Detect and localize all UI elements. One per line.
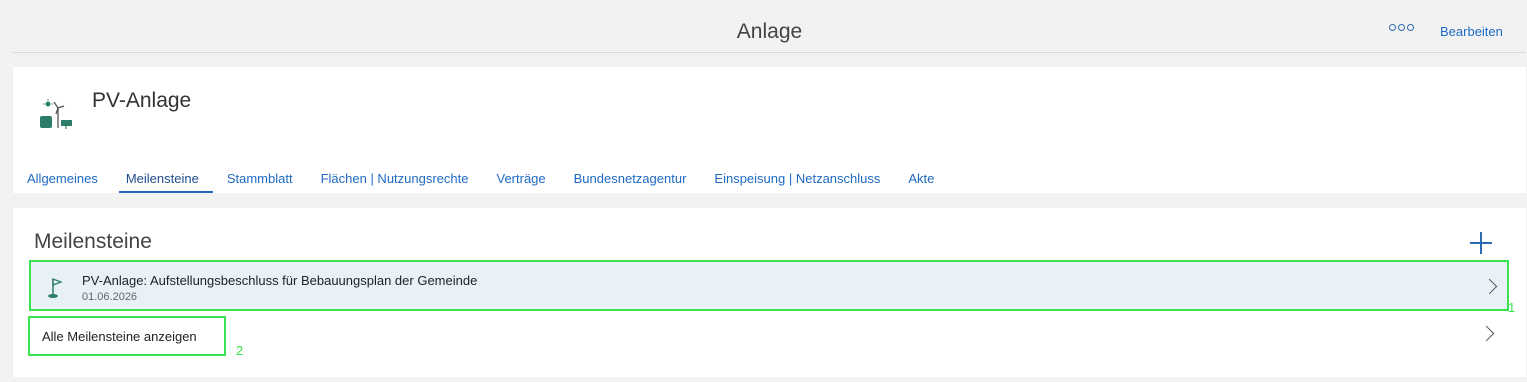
milestone-list-item[interactable]: PV-Anlage: Aufstellungsbeschluss für Beb… bbox=[29, 260, 1509, 311]
tab-bar: Allgemeines Meilensteine Stammblatt Fläc… bbox=[13, 163, 948, 193]
flag-icon bbox=[48, 278, 63, 298]
entity-title: PV-Anlage bbox=[92, 89, 192, 112]
tab-vertraege[interactable]: Verträge bbox=[482, 163, 559, 193]
annotation-label: 1 bbox=[1508, 300, 1516, 315]
milestone-title: PV-Anlage: Aufstellungsbeschluss für Beb… bbox=[82, 273, 478, 288]
tab-allgemeines[interactable]: Allgemeines bbox=[13, 163, 112, 193]
entity-card: PV-Anlage Allgemeines Meilensteine Stamm… bbox=[13, 67, 1526, 193]
tab-einspeisung-netzanschluss[interactable]: Einspeisung | Netzanschluss bbox=[700, 163, 894, 193]
show-all-milestones-button[interactable]: Alle Meilensteine anzeigen bbox=[28, 316, 226, 356]
show-all-label: Alle Meilensteine anzeigen bbox=[42, 329, 197, 344]
plus-icon[interactable] bbox=[1470, 232, 1492, 254]
tab-akte[interactable]: Akte bbox=[894, 163, 948, 193]
annotation-label: 2 bbox=[236, 343, 244, 358]
tab-stammblatt[interactable]: Stammblatt bbox=[213, 163, 307, 193]
renewable-plant-icon bbox=[40, 99, 72, 129]
milestone-date: 01.06.2026 bbox=[82, 291, 138, 303]
section-title: Meilensteine bbox=[34, 230, 152, 253]
ellipsis-icon[interactable] bbox=[1389, 24, 1414, 31]
chevron-right-icon bbox=[1481, 278, 1498, 295]
tab-bundesnetzagentur[interactable]: Bundesnetzagentur bbox=[560, 163, 701, 193]
page-header: Anlage Bearbeiten bbox=[13, 0, 1526, 53]
tab-flaechen-nutzungsrechte[interactable]: Flächen | Nutzungsrechte bbox=[307, 163, 483, 193]
page-title: Anlage bbox=[736, 20, 803, 43]
chevron-right-icon[interactable] bbox=[1478, 325, 1495, 342]
tab-meilensteine[interactable]: Meilensteine bbox=[112, 163, 213, 193]
edit-button[interactable]: Bearbeiten bbox=[1440, 24, 1503, 39]
milestones-card: Meilensteine PV-Anlage: Aufstellungsbesc… bbox=[13, 208, 1526, 377]
